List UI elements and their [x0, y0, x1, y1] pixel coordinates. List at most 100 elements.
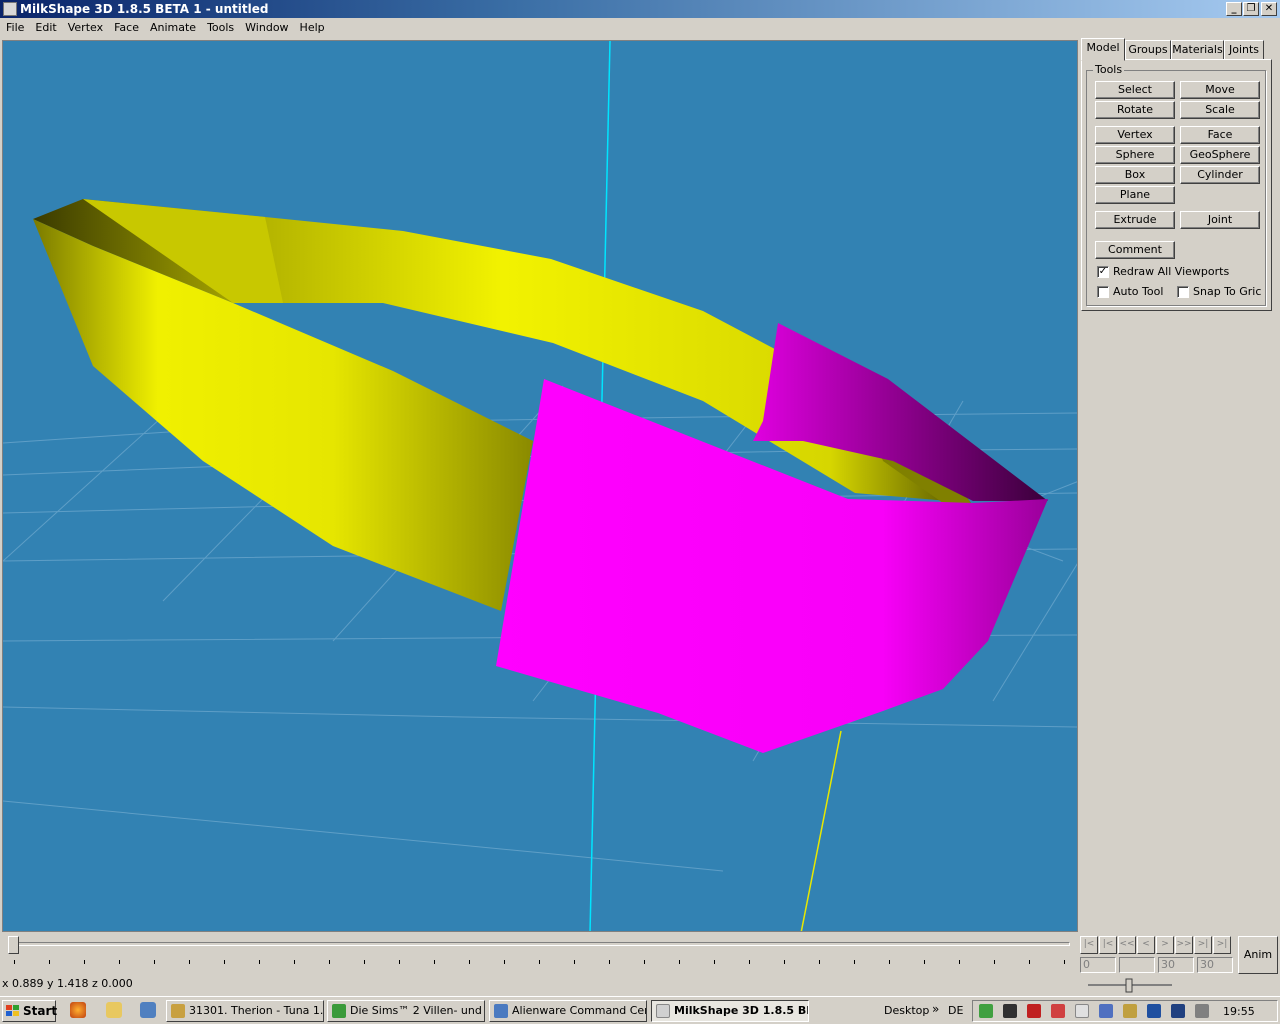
desktop-toolbar-label[interactable]: Desktop: [884, 1004, 929, 1017]
scale-button[interactable]: Scale: [1180, 101, 1260, 119]
tab-model[interactable]: Model: [1081, 38, 1125, 61]
timeline-tick: [714, 960, 715, 964]
fps-slider[interactable]: [1086, 976, 1176, 994]
task-sims2[interactable]: Die Sims™ 2 Villen- und G...: [327, 1000, 485, 1022]
fast-forward-button[interactable]: >>: [1175, 936, 1193, 954]
anim-button[interactable]: Anim: [1238, 936, 1278, 974]
timeline-tick: [1029, 960, 1030, 964]
folder-icon[interactable]: [106, 1002, 122, 1018]
frame-field-end[interactable]: 30: [1158, 957, 1194, 973]
next-frame-button[interactable]: >: [1156, 936, 1174, 954]
cylinder-button[interactable]: Cylinder: [1180, 166, 1260, 184]
menu-animate[interactable]: Animate: [144, 18, 201, 35]
rewind-button[interactable]: <<: [1118, 936, 1136, 954]
show-desktop-icon[interactable]: [140, 1002, 156, 1018]
rotate-button[interactable]: Rotate: [1095, 101, 1175, 119]
monitor-tray-icon[interactable]: [1003, 1004, 1017, 1018]
minimize-button[interactable]: _: [1226, 2, 1242, 16]
plane-button[interactable]: Plane: [1095, 186, 1175, 204]
model-tab-page: Tools Select Move Rotate Scale Vertex Fa…: [1081, 59, 1272, 311]
taskbar: Start 31301. Therion - Tuna 1... Die Sim…: [0, 996, 1280, 1024]
auto-tool-label: Auto Tool: [1113, 285, 1164, 298]
prev-frame-button[interactable]: <: [1137, 936, 1155, 954]
start-label: Start: [23, 1004, 58, 1018]
select-button[interactable]: Select: [1095, 81, 1175, 99]
timeline-track[interactable]: [10, 942, 1070, 946]
timeline-tick: [14, 960, 15, 964]
redraw-all-viewports-checkbox[interactable]: ✓: [1097, 266, 1109, 278]
frame-field-start[interactable]: [1119, 957, 1155, 973]
task-label: Alienware Command Cen...: [512, 1004, 647, 1017]
snap-to-grid-label: Snap To Gric: [1193, 285, 1262, 298]
tab-groups[interactable]: Groups: [1125, 40, 1171, 60]
timeline-tick: [84, 960, 85, 964]
z-tray-icon[interactable]: [1171, 1004, 1185, 1018]
tool-panel: Model Groups Materials Joints Tools Sele…: [1080, 38, 1280, 932]
move-button[interactable]: Move: [1180, 81, 1260, 99]
network-tray-icon[interactable]: [1099, 1004, 1113, 1018]
start-button[interactable]: Start: [2, 1000, 58, 1022]
timeline-tick: [189, 960, 190, 964]
menu-bar: File Edit Vertex Face Animate Tools Window Help: [0, 18, 1280, 38]
prev-key-button[interactable]: |<: [1099, 936, 1117, 954]
frame-field-current[interactable]: 0: [1080, 957, 1116, 973]
joint-button[interactable]: Joint: [1180, 211, 1260, 229]
menu-tools[interactable]: Tools: [201, 18, 239, 35]
nvidia-tray-icon[interactable]: [979, 1004, 993, 1018]
volume-tray-icon[interactable]: [1195, 1004, 1209, 1018]
language-indicator[interactable]: DE: [948, 1004, 963, 1017]
timeline-tick: [679, 960, 680, 964]
task-alienware[interactable]: Alienware Command Cen...: [489, 1000, 647, 1022]
flag-tray-icon[interactable]: [1075, 1004, 1089, 1018]
window-title: MilkShape 3D 1.8.5 BETA 1 - untitled: [20, 2, 269, 16]
next-key-button[interactable]: >|: [1194, 936, 1212, 954]
timeline-tick: [399, 960, 400, 964]
menu-window[interactable]: Window: [239, 18, 293, 35]
menu-vertex[interactable]: Vertex: [62, 18, 108, 35]
sphere-button[interactable]: Sphere: [1095, 146, 1175, 164]
tab-joints[interactable]: Joints: [1224, 40, 1264, 60]
milkshape-app-icon[interactable]: [3, 2, 17, 16]
first-frame-button[interactable]: |<: [1080, 936, 1098, 954]
timeline-tick: [924, 960, 925, 964]
tool-tray-icon[interactable]: [1123, 1004, 1137, 1018]
auto-tool-checkbox[interactable]: [1097, 286, 1109, 298]
face-button[interactable]: Face: [1180, 126, 1260, 144]
menu-help[interactable]: Help: [294, 18, 330, 35]
menu-edit[interactable]: Edit: [29, 18, 61, 35]
task-milkshape[interactable]: MilkShape 3D 1.8.5 BE...: [651, 1000, 809, 1022]
timeline-tick: [854, 960, 855, 964]
last-frame-button[interactable]: >|: [1213, 936, 1231, 954]
geosphere-button[interactable]: GeoSphere: [1180, 146, 1260, 164]
extrude-button[interactable]: Extrude: [1095, 211, 1175, 229]
security-tray-icon[interactable]: [1051, 1004, 1065, 1018]
vertex-button[interactable]: Vertex: [1095, 126, 1175, 144]
task-therion[interactable]: 31301. Therion - Tuna 1...: [166, 1000, 324, 1022]
timeline-tick: [994, 960, 995, 964]
app-tray-icon[interactable]: [1147, 1004, 1161, 1018]
antivirus-tray-icon[interactable]: [1027, 1004, 1041, 1018]
frame-field-total[interactable]: 30: [1197, 957, 1233, 973]
firefox-icon[interactable]: [70, 1002, 86, 1018]
tab-materials[interactable]: Materials: [1171, 40, 1224, 60]
timeline-tick: [154, 960, 155, 964]
menu-file[interactable]: File: [0, 18, 29, 35]
task-label: MilkShape 3D 1.8.5 BE...: [674, 1004, 808, 1017]
milkshape-task-icon: [656, 1004, 670, 1018]
close-button[interactable]: ✕: [1261, 2, 1277, 16]
snap-to-grid-checkbox[interactable]: [1177, 286, 1189, 298]
timeline-tick: [259, 960, 260, 964]
task-label: 31301. Therion - Tuna 1...: [189, 1004, 324, 1017]
box-button[interactable]: Box: [1095, 166, 1175, 184]
comment-button[interactable]: Comment: [1095, 241, 1175, 259]
alienware-task-icon: [494, 1004, 508, 1018]
timeline-tick: [364, 960, 365, 964]
timeline-tick: [749, 960, 750, 964]
timeline-tick: [574, 960, 575, 964]
restore-button[interactable]: ❐: [1243, 2, 1259, 16]
3d-viewport[interactable]: [2, 40, 1078, 932]
toolbar-chevron-icon[interactable]: »: [932, 1002, 939, 1016]
timeline-tick: [889, 960, 890, 964]
menu-face[interactable]: Face: [108, 18, 144, 35]
timeline-thumb[interactable]: [8, 936, 19, 954]
